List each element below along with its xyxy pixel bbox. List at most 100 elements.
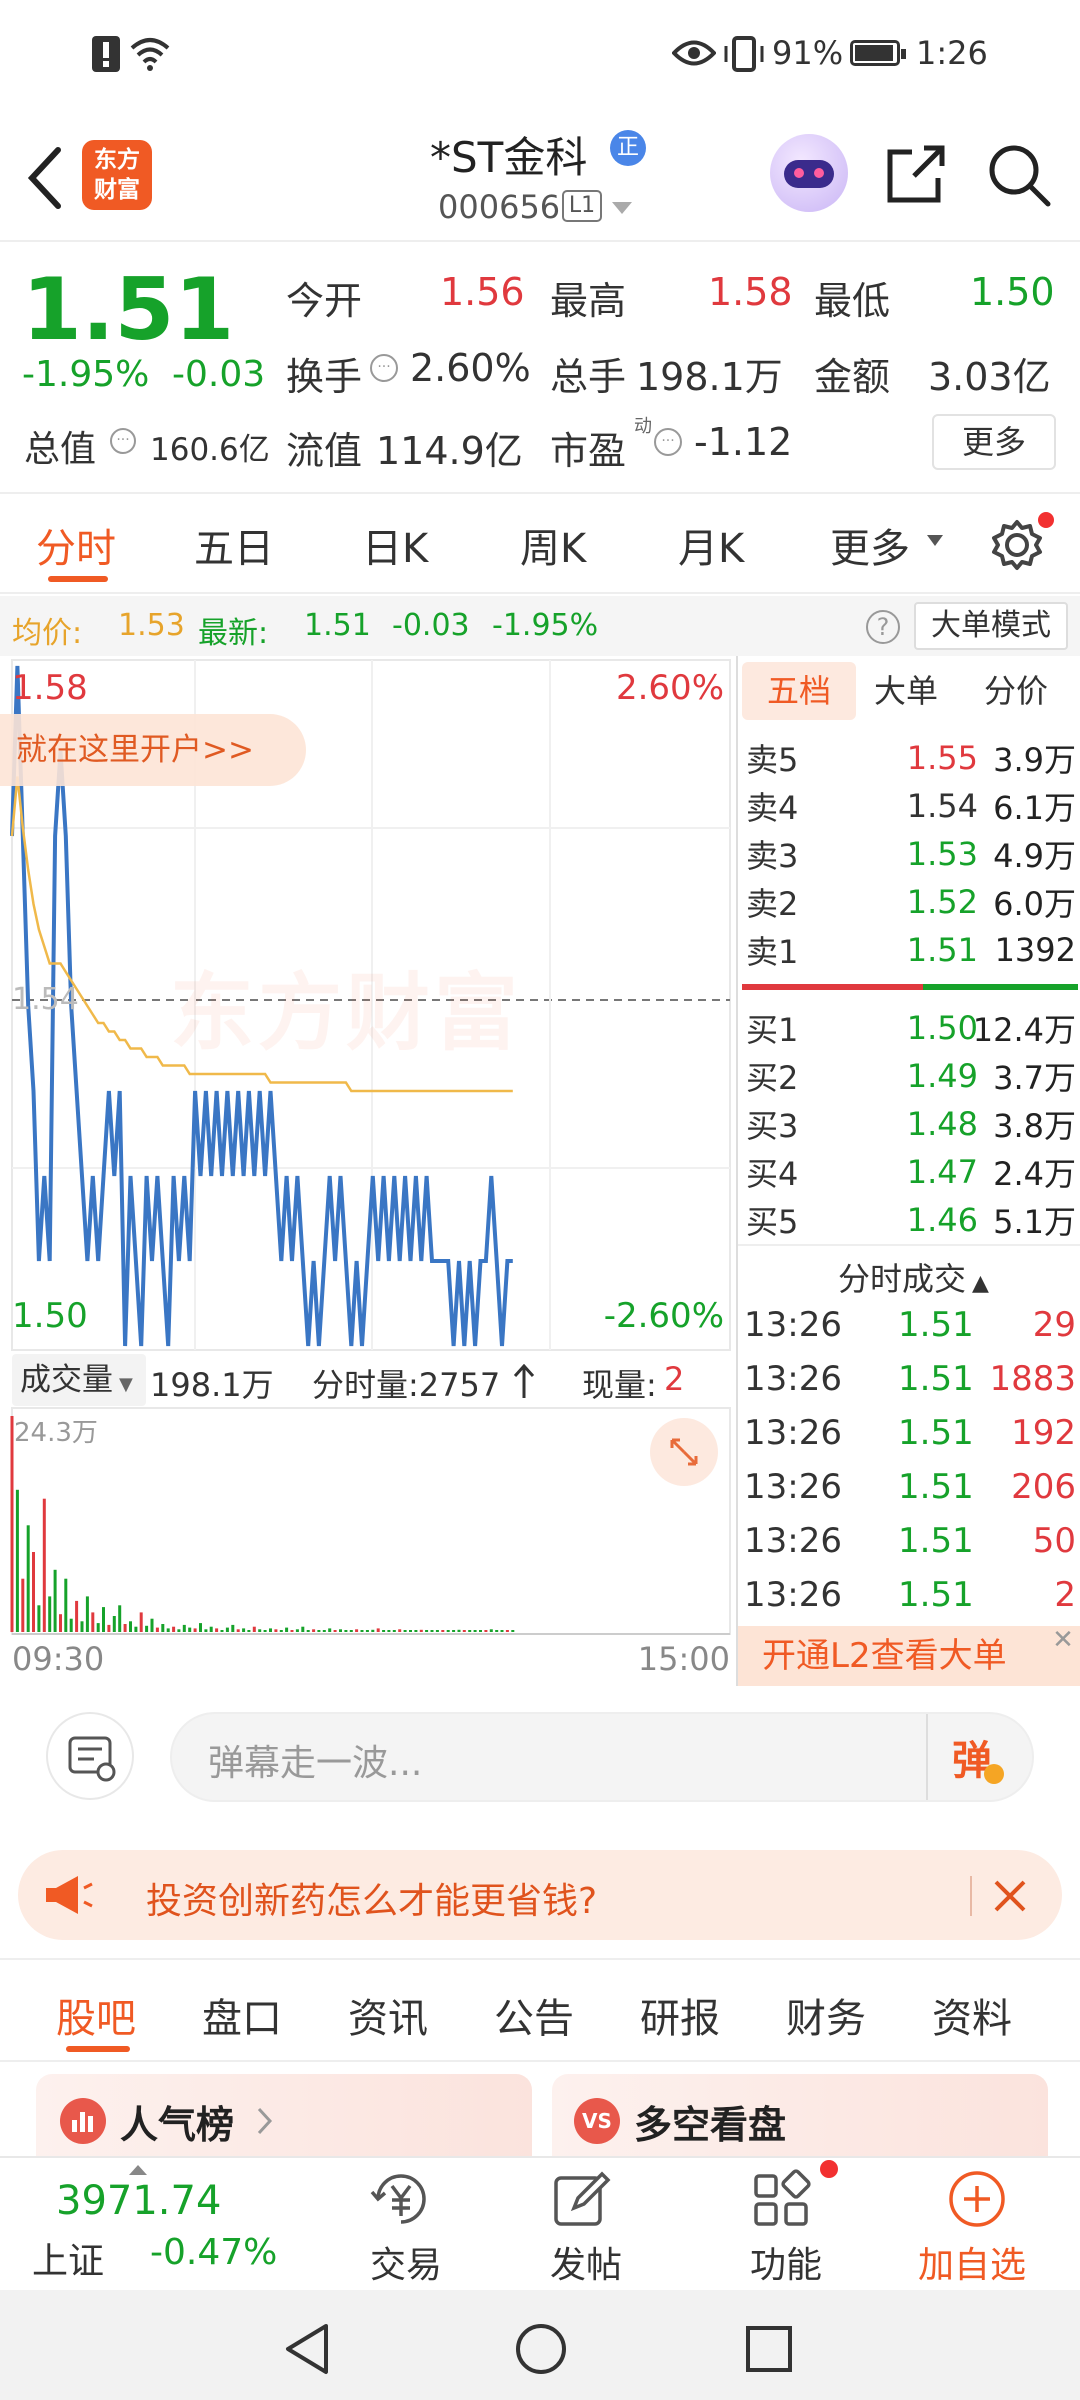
popularity-card[interactable]: 人气榜 [36, 2074, 532, 2156]
nav-post[interactable]: 发帖 [508, 2158, 648, 2292]
turnover-value: 2.60% [410, 346, 531, 390]
tab-five-day[interactable]: 五日 [194, 516, 274, 574]
stock-code: 000656 [438, 188, 561, 226]
more-button[interactable]: 更多 [932, 414, 1056, 470]
info-icon[interactable]: ··· [110, 428, 136, 454]
home-circle-icon[interactable] [514, 2322, 568, 2376]
bid-row[interactable]: 买2 1.49 3.7万 [738, 1052, 1080, 1100]
trades-title[interactable]: 分时成交 ▲ [838, 1254, 989, 1300]
tab-profile[interactable]: 资料 [932, 1986, 1012, 2044]
ask-row[interactable]: 卖1 1.51 1392 [738, 926, 1080, 974]
tab-news[interactable]: 资讯 [348, 1986, 428, 2044]
volume-bar [322, 1630, 326, 1632]
close-icon[interactable]: ✕ [1048, 1626, 1078, 1656]
search-icon[interactable] [986, 142, 1052, 208]
tab-daily-k[interactable]: 日K [362, 516, 428, 574]
volume-bar [59, 1614, 62, 1632]
dropdown-icon[interactable] [610, 200, 634, 216]
tab-big-orders[interactable]: 大单 [874, 662, 938, 720]
danmu-settings-icon[interactable] [46, 1712, 134, 1800]
add-to-watchlist[interactable]: 加自选 [900, 2158, 1060, 2292]
tab-announcements[interactable]: 公告 [494, 1986, 574, 2044]
ask-row[interactable]: 卖4 1.54 6.1万 [738, 782, 1080, 830]
volume-label: 总手 [550, 355, 627, 399]
status-bar: 91% 1:26 [0, 0, 1080, 110]
order-book-panel: 五档 大单 分价 卖5 1.55 3.9万 卖4 1.54 6.1万 卖3 1.53 4.9… [736, 656, 1080, 1686]
help-icon[interactable]: ? [866, 610, 900, 644]
bottom-price-label: 1.50 [12, 1296, 88, 1336]
info-icon[interactable]: ··· [370, 354, 398, 382]
promo-notice[interactable]: 投资创新药怎么才能更省钱? [18, 1850, 1062, 1940]
gear-icon[interactable] [990, 518, 1044, 572]
tab-financials[interactable]: 财务 [786, 1986, 866, 2044]
tab-more[interactable]: 更多 [830, 516, 910, 574]
open-account-banner[interactable]: 就在这里开户>> [0, 714, 306, 786]
market-cap-label: 总值 [24, 429, 97, 470]
volume-bar [75, 1600, 79, 1632]
tab-price-distribution[interactable]: 分价 [984, 662, 1048, 720]
nav-functions[interactable]: 功能 [708, 2158, 848, 2292]
chart-svg[interactable] [0, 656, 736, 1686]
ask-row[interactable]: 卖2 1.52 6.0万 [738, 878, 1080, 926]
volume-bar [457, 1629, 461, 1632]
volume-bar [333, 1630, 337, 1632]
volume-bar [365, 1630, 369, 1632]
more-dropdown-icon[interactable] [926, 534, 944, 548]
market-cap-value: 160.6亿 [150, 432, 270, 468]
avg-label: 均价: [12, 616, 83, 651]
volume-bar [96, 1623, 100, 1632]
volume-bar [279, 1630, 283, 1632]
notification-dot [1038, 512, 1054, 528]
popularity-title: 人气榜 [120, 2103, 235, 2147]
tab-guba[interactable]: 股吧 [56, 1986, 136, 2044]
nav-trade[interactable]: 交易 [330, 2158, 470, 2292]
close-icon[interactable] [990, 1876, 1030, 1916]
bid-row[interactable]: 买1 1.50 12.4万 [738, 1004, 1080, 1052]
volume-bar [53, 1569, 57, 1632]
current-volume-label: 现量: [582, 1366, 657, 1404]
ask-row[interactable]: 卖5 1.55 3.9万 [738, 734, 1080, 782]
volume-bar [484, 1630, 488, 1632]
tab-weekly-k[interactable]: 周K [520, 516, 586, 574]
volume-bar [360, 1630, 364, 1632]
bid-row[interactable]: 买5 1.46 5.1万 [738, 1196, 1080, 1244]
index-ticker[interactable]: 3971.74 上证 -0.47% [0, 2158, 300, 2292]
tab-research[interactable]: 研报 [640, 1986, 720, 2044]
volume-bar [430, 1630, 434, 1632]
bid-row[interactable]: 买3 1.48 3.8万 [738, 1100, 1080, 1148]
back-triangle-icon[interactable] [282, 2322, 332, 2376]
feature-cards: 人气榜 VS 多空看盘 [0, 2064, 1080, 2156]
volume-bar [511, 1630, 515, 1632]
ai-assistant-icon[interactable] [770, 134, 848, 212]
volume-bar [48, 1596, 52, 1632]
level-badge[interactable]: L1 [562, 190, 602, 222]
danmu-placeholder: 弹幕走一波... [208, 1743, 423, 1784]
recents-square-icon[interactable] [744, 2324, 794, 2374]
volume-bar [209, 1626, 213, 1632]
volume-bar [312, 1629, 316, 1632]
back-arrow-icon[interactable] [24, 146, 64, 210]
l2-upgrade-banner[interactable]: 开通L2查看大单 [738, 1626, 1080, 1686]
long-short-card[interactable]: VS 多空看盘 [552, 2074, 1048, 2156]
plus-circle-icon [949, 2171, 1005, 2227]
bid-row[interactable]: 买4 1.47 2.4万 [738, 1148, 1080, 1196]
volume-indicator-select[interactable]: 成交量 ▼ [12, 1354, 146, 1406]
ranking-icon [60, 2098, 106, 2144]
info-icon[interactable]: ··· [654, 428, 682, 456]
ask-row[interactable]: 卖3 1.53 4.9万 [738, 830, 1080, 878]
tab-monthly-k[interactable]: 月K [678, 516, 744, 574]
eastmoney-logo[interactable]: 东方 财富 [82, 140, 152, 210]
chevron-right-icon [257, 2107, 273, 2135]
edit-icon [554, 2171, 611, 2226]
expand-icon[interactable] [650, 1418, 718, 1486]
tab-pankou[interactable]: 盘口 [202, 1986, 282, 2044]
add-to-watchlist-label: 加自选 [918, 2245, 1027, 2286]
tab-intraday[interactable]: 分时 [36, 516, 116, 574]
trade-row: 13:26 1.51 206 [744, 1467, 1076, 1507]
share-icon[interactable] [884, 142, 948, 206]
volume-bar [301, 1626, 305, 1632]
big-order-mode-button[interactable]: 大单模式 [914, 602, 1068, 650]
volume-bar [435, 1630, 439, 1632]
tab-five-levels[interactable]: 五档 [742, 662, 856, 720]
danmu-input[interactable]: 弹幕走一波... 弹 [170, 1712, 1034, 1802]
